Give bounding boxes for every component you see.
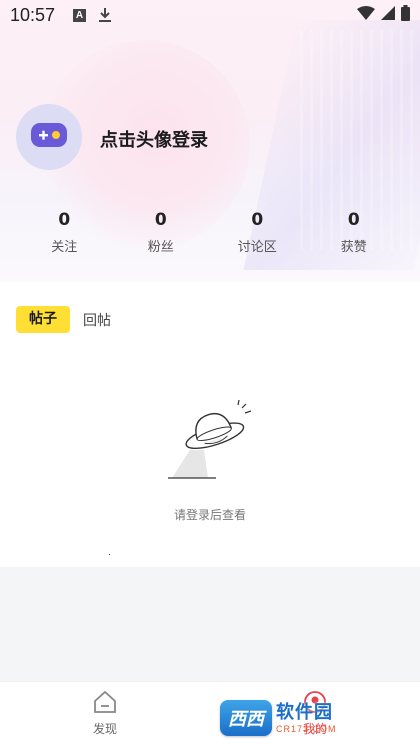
- avatar-button[interactable]: [16, 104, 82, 170]
- watermark-logo: 西西: [220, 700, 272, 736]
- login-prompt[interactable]: 点击头像登录: [100, 126, 208, 152]
- watermark-name: 软件园: [276, 702, 333, 723]
- ufo-empty-illustration: [168, 399, 258, 482]
- stat-following[interactable]: 0 关注: [16, 208, 113, 255]
- tab-replies[interactable]: 回帖: [83, 310, 111, 330]
- status-bar: 10:57 A: [0, 0, 420, 30]
- watermark-url: CR173.COM: [276, 724, 337, 734]
- stat-label: 粉丝: [147, 240, 174, 255]
- signal-icon: [381, 5, 395, 25]
- stat-likes[interactable]: 0 获赞: [306, 208, 403, 255]
- battery-icon: [401, 4, 410, 26]
- stat-forums[interactable]: 0 讨论区: [209, 208, 306, 255]
- notification-a-icon: A: [73, 8, 87, 22]
- stat-label: 关注: [51, 240, 78, 255]
- stat-label: 讨论区: [237, 240, 277, 255]
- download-icon: [98, 7, 112, 23]
- wifi-icon: [357, 5, 375, 25]
- stats-row: 0 关注 0 粉丝 0 讨论区 0 获赞: [0, 208, 420, 255]
- nav-discover[interactable]: 发现: [75, 690, 135, 737]
- stat-value: 0: [251, 210, 264, 230]
- stat-value: 0: [58, 210, 71, 230]
- nav-label: 发现: [92, 722, 117, 736]
- home-icon: [92, 690, 118, 718]
- stray-dot: [109, 554, 110, 555]
- posts-panel: 帖子 回帖 请登录后查看: [0, 282, 420, 567]
- posts-tabs: 帖子 回帖: [16, 306, 111, 333]
- empty-message: 请登录后查看: [173, 508, 246, 522]
- stat-value: 0: [154, 210, 167, 230]
- cr173-watermark: 西西 软件园 CR173.COM: [220, 697, 402, 739]
- tab-posts[interactable]: 帖子: [16, 306, 70, 333]
- gamepad-icon: [29, 121, 69, 153]
- stat-followers[interactable]: 0 粉丝: [113, 208, 210, 255]
- status-time: 10:57: [10, 4, 56, 25]
- stat-label: 获赞: [340, 240, 367, 255]
- stat-value: 0: [347, 210, 360, 230]
